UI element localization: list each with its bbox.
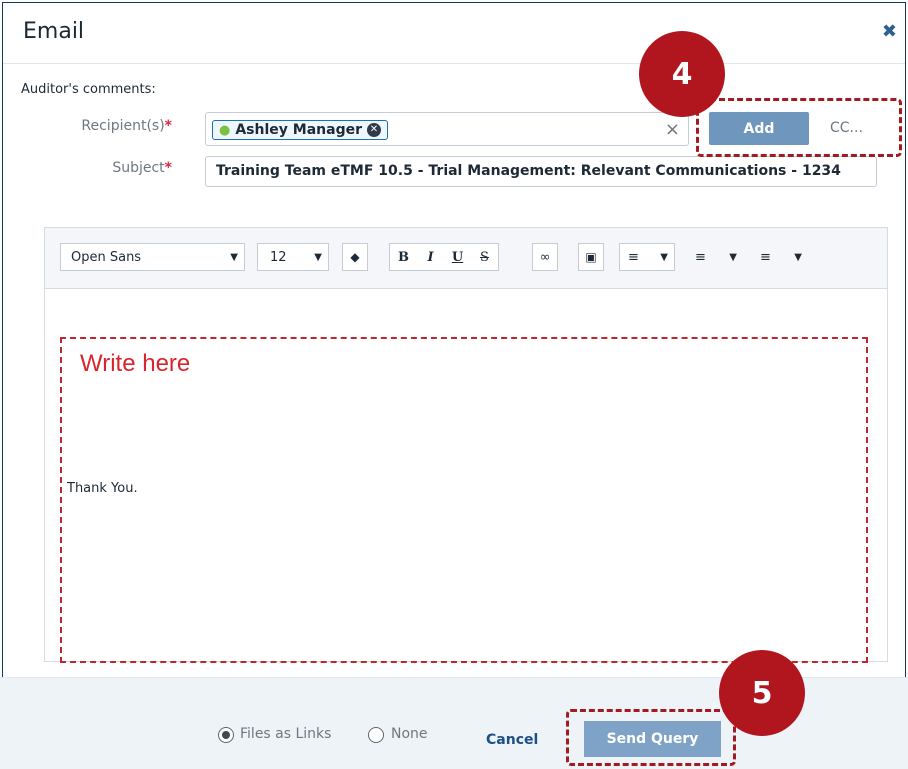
files-as-links-radio[interactable] — [218, 727, 234, 743]
bullet-list-select[interactable]: ≡ ▼ — [752, 243, 808, 271]
droplet-icon: ◆ — [350, 250, 360, 264]
recipient-chip-label: Ashley Manager — [235, 122, 362, 138]
write-here-annotation: Write here — [80, 350, 191, 377]
required-mark: * — [164, 118, 172, 134]
chevron-down-icon: ▼ — [660, 251, 668, 263]
chevron-down-icon: ▼ — [794, 251, 802, 263]
subject-label-text: Subject — [112, 160, 165, 176]
dialog-titlebar: Email ✖ — [3, 3, 905, 64]
ordered-list-select[interactable]: ≡ ▼ — [687, 243, 743, 271]
closing-text: Thank You. — [67, 481, 138, 496]
strikethrough-button[interactable]: S — [471, 250, 498, 265]
font-family-select[interactable]: Open Sans ▼ — [60, 243, 245, 271]
bullet-list-icon: ≡ — [760, 249, 771, 265]
recipients-label: Recipient(s)* — [60, 118, 172, 134]
subject-label: Subject* — [60, 160, 172, 176]
font-family-value: Open Sans — [71, 249, 142, 265]
close-icon[interactable]: ✖ — [882, 21, 897, 42]
remove-recipient-icon[interactable]: ✕ — [367, 123, 381, 137]
step5-highlight — [566, 709, 736, 766]
ordered-list-icon: ≡ — [695, 249, 706, 265]
chevron-down-icon: ▼ — [314, 251, 322, 263]
dialog-title: Email — [23, 19, 85, 44]
step5-badge: 5 — [719, 650, 805, 736]
chevron-down-icon: ▼ — [230, 251, 238, 263]
recipient-chip[interactable]: ● Ashley Manager ✕ — [212, 120, 388, 140]
recipients-input[interactable]: ● Ashley Manager ✕ × — [205, 112, 689, 146]
font-size-value: 12 — [270, 249, 287, 265]
font-size-select[interactable]: 12 ▼ — [257, 243, 329, 271]
step4-highlight — [696, 98, 902, 157]
format-buttons: B I U S — [389, 243, 499, 271]
message-body-area[interactable] — [60, 337, 868, 663]
step4-badge: 4 — [639, 31, 725, 117]
none-radio[interactable] — [368, 727, 384, 743]
bold-button[interactable]: B — [390, 250, 417, 265]
chevron-down-icon: ▼ — [729, 251, 737, 263]
recipients-label-text: Recipient(s) — [81, 118, 165, 134]
required-mark: * — [164, 160, 172, 176]
align-left-icon: ≡ — [628, 249, 639, 265]
person-icon: ● — [219, 122, 231, 138]
link-icon: ∞ — [539, 249, 551, 265]
align-select[interactable]: ≡ ▼ — [619, 243, 675, 271]
link-button[interactable]: ∞ — [532, 243, 558, 271]
editor-toolbar: Open Sans ▼ 12 ▼ ◆ B I U S ∞ ▣ ≡ ▼ ≡ ▼ ≡… — [45, 228, 887, 289]
cancel-button[interactable]: Cancel — [486, 732, 538, 748]
clear-recipients-icon[interactable]: × — [665, 119, 680, 140]
subject-input[interactable]: Training Team eTMF 10.5 - Trial Manageme… — [205, 156, 877, 187]
italic-button[interactable]: I — [417, 250, 444, 265]
image-button[interactable]: ▣ — [578, 243, 604, 271]
underline-button[interactable]: U — [444, 250, 471, 265]
auditor-comments-label: Auditor's comments: — [21, 82, 156, 97]
image-icon: ▣ — [585, 250, 597, 264]
text-color-button[interactable]: ◆ — [342, 243, 368, 271]
none-label: None — [391, 726, 428, 742]
files-as-links-label: Files as Links — [240, 726, 332, 742]
